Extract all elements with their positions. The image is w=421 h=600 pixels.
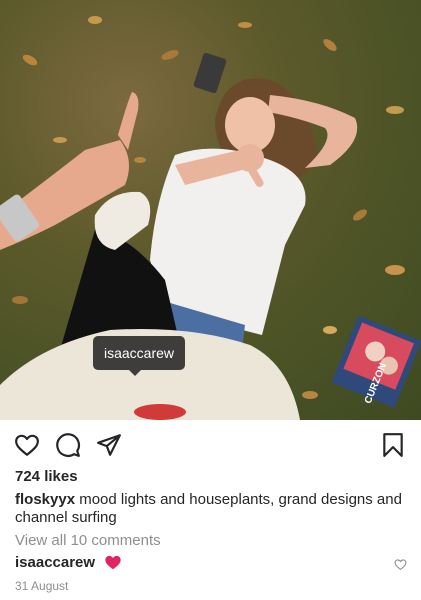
likes-count[interactable]: 724 likes: [15, 468, 78, 485]
speech-bubble-icon[interactable]: [55, 432, 81, 458]
post-action-bar: [0, 420, 421, 466]
bookmark-icon[interactable]: [380, 432, 406, 458]
comment-row: isaaccarew: [15, 554, 407, 574]
caption-username[interactable]: floskyyx: [15, 491, 75, 508]
comment-username[interactable]: isaaccarew: [15, 554, 95, 571]
post-caption: floskyyx mood lights and houseplants, gr…: [15, 491, 405, 527]
heart-outline-icon[interactable]: [14, 432, 40, 458]
photo-scene: CURZON: [0, 16, 421, 420]
user-tag-bubble[interactable]: isaaccarew: [93, 336, 186, 376]
post-photo[interactable]: CURZON isaaccarew: [0, 0, 421, 420]
view-all-comments-link[interactable]: View all 10 comments: [15, 532, 161, 549]
post-date: 31 August: [15, 579, 69, 593]
paper-plane-icon[interactable]: [96, 432, 122, 458]
phone-object: [193, 52, 227, 94]
red-heart-emoji-icon: [104, 554, 122, 575]
small-heart-outline-icon[interactable]: [394, 558, 407, 571]
